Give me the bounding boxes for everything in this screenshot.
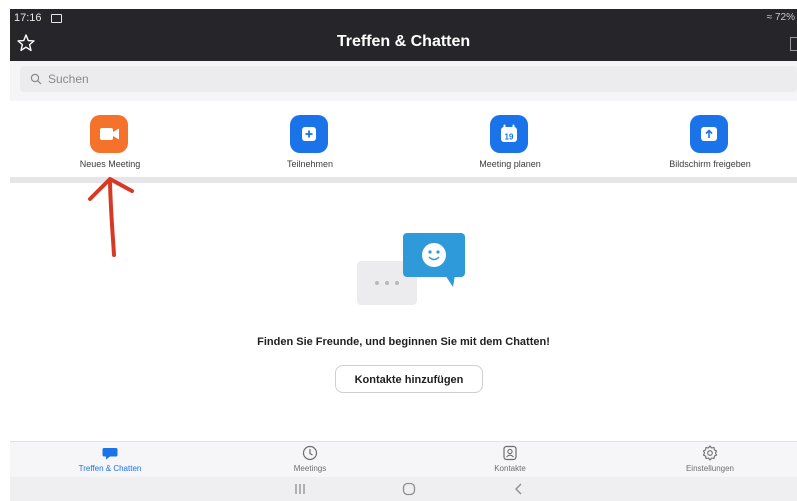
share-screen-button[interactable]: Bildschirm freigeben — [610, 101, 797, 177]
battery-status: ≈ 72% — [766, 12, 795, 23]
tab-contacts[interactable]: Kontakte — [410, 445, 610, 477]
video-camera-icon — [90, 115, 128, 153]
page-title: Treffen & Chatten — [336, 33, 471, 50]
calendar-icon: 19 — [490, 115, 528, 153]
tab-contacts-label: Kontakte — [494, 464, 526, 473]
tab-meet-chat-label: Treffen & Chatten — [78, 464, 142, 473]
new-meeting-label: Neues Meeting — [79, 159, 141, 169]
recent-apps-icon[interactable] — [292, 481, 308, 497]
add-contacts-button[interactable]: Kontakte hinzufügen — [335, 365, 483, 393]
app-header: 17:16 ≈ 72% Treffen & Chatten — [10, 9, 797, 61]
tab-meet-chat[interactable]: Treffen & Chatten — [10, 445, 210, 477]
search-placeholder: Suchen — [48, 72, 89, 86]
empty-state-message: Finden Sie Freunde, und beginnen Sie mit… — [257, 336, 550, 348]
tab-settings[interactable]: Einstellungen — [610, 445, 797, 477]
status-time: 17:16 — [14, 12, 42, 24]
gallery-notification-icon — [51, 14, 62, 23]
plus-icon — [290, 115, 328, 153]
app-screen: 17:16 ≈ 72% Treffen & Chatten Suchen Neu… — [10, 9, 797, 501]
join-label: Teilnehmen — [286, 159, 334, 169]
chat-illustration — [357, 233, 465, 305]
schedule-meeting-button[interactable]: 19 Meeting planen — [410, 101, 610, 177]
contact-icon — [503, 445, 517, 461]
share-screen-icon — [690, 115, 728, 153]
system-navigation-bar — [10, 477, 797, 501]
schedule-meeting-label: Meeting planen — [479, 159, 541, 169]
share-screen-label: Bildschirm freigeben — [669, 159, 751, 169]
tab-settings-label: Einstellungen — [685, 464, 735, 473]
search-input[interactable]: Suchen — [20, 66, 797, 92]
search-icon — [30, 73, 42, 85]
quick-actions: Neues Meeting Teilnehmen 19 Meeting plan… — [10, 101, 797, 177]
back-icon[interactable] — [511, 481, 527, 497]
search-bar: Suchen — [10, 61, 797, 101]
chat-bubble-icon — [102, 448, 118, 460]
home-icon[interactable] — [401, 481, 417, 497]
clock-icon — [302, 445, 318, 461]
gear-icon — [702, 445, 718, 461]
calendar-day: 19 — [505, 133, 514, 142]
join-button[interactable]: Teilnehmen — [210, 101, 410, 177]
tab-meetings[interactable]: Meetings — [210, 445, 410, 477]
new-meeting-button[interactable]: Neues Meeting — [10, 101, 210, 177]
annotation-arrow — [88, 177, 134, 257]
bottom-tab-bar: Treffen & Chatten Meetings Kontakte Eins… — [10, 441, 797, 478]
tab-meetings-label: Meetings — [293, 464, 327, 473]
exit-icon[interactable] — [790, 37, 797, 51]
